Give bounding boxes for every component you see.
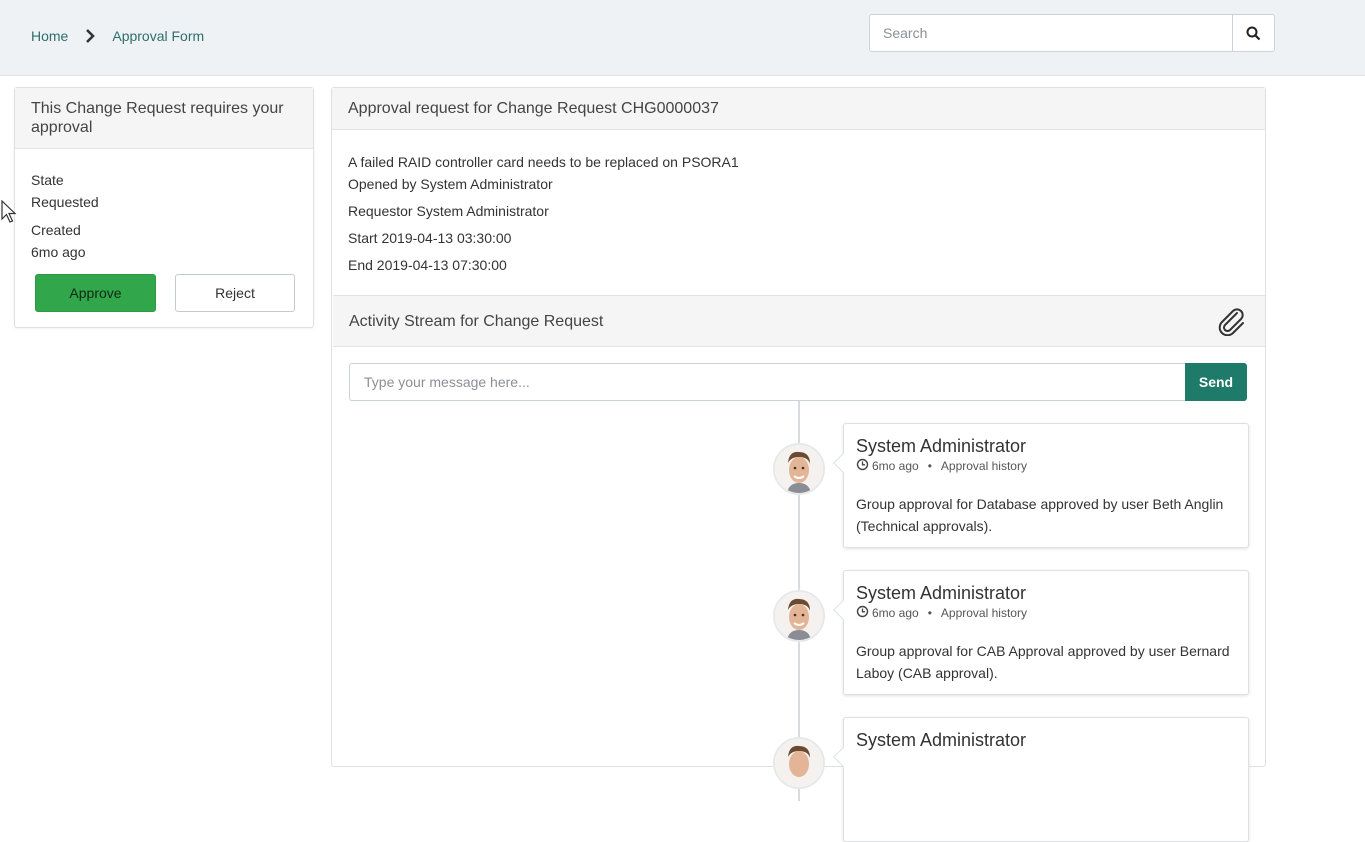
created-label: Created bbox=[31, 222, 81, 238]
approval-request-panel: Approval request for Change Request CHG0… bbox=[331, 87, 1266, 842]
clock-icon bbox=[856, 605, 872, 621]
search-icon bbox=[1246, 26, 1261, 40]
clock-icon bbox=[856, 458, 872, 474]
short-description: A failed RAID controller card needs to b… bbox=[348, 154, 739, 170]
breadcrumb-approval-form-link[interactable]: Approval Form bbox=[112, 28, 204, 44]
entry-time: 6mo ago bbox=[872, 459, 919, 473]
avatar bbox=[773, 443, 825, 495]
entry-author: System Administrator bbox=[856, 583, 1027, 603]
opened-by: Opened by System Administrator bbox=[348, 176, 553, 192]
chevron-right-icon bbox=[68, 27, 112, 45]
approval-request-title: Approval request for Change Request CHG0… bbox=[332, 88, 1265, 130]
activity-stream-title: Activity Stream for Change Request bbox=[349, 313, 604, 330]
breadcrumb: Home Approval Form bbox=[31, 27, 204, 45]
state-label: State bbox=[31, 172, 64, 188]
request-details: A failed RAID controller card needs to b… bbox=[332, 130, 1265, 276]
approval-panel: This Change Request requires your approv… bbox=[14, 87, 314, 328]
entry-time: 6mo ago bbox=[872, 606, 919, 620]
entry-author: System Administrator bbox=[856, 730, 1027, 750]
entry-source: Approval history bbox=[940, 459, 1027, 473]
search-button[interactable] bbox=[1232, 15, 1274, 51]
entry-text: Group approval for CAB Approval approved… bbox=[856, 643, 1230, 681]
avatar bbox=[773, 737, 825, 789]
avatar bbox=[773, 590, 825, 642]
message-composer: Send bbox=[349, 363, 1247, 401]
created-value: 6mo ago bbox=[31, 244, 86, 260]
start-time: Start 2019-04-13 03:30:00 bbox=[348, 230, 512, 246]
activity-card: System Administrator 6mo ago • Approval … bbox=[833, 423, 1249, 548]
mouse-cursor-icon bbox=[1, 200, 17, 223]
approval-panel-title: This Change Request requires your approv… bbox=[15, 88, 313, 149]
search-input[interactable] bbox=[870, 15, 1233, 51]
entry-text: Group approval for Database approved by … bbox=[856, 496, 1224, 534]
send-button[interactable]: Send bbox=[1185, 363, 1247, 401]
search-box bbox=[869, 14, 1275, 52]
activity-stream: Activity Stream for Change Request Send bbox=[333, 295, 1265, 842]
approve-button[interactable]: Approve bbox=[35, 274, 156, 312]
activity-card: System Administrator 6mo ago • Approval … bbox=[833, 570, 1249, 695]
paperclip-icon[interactable] bbox=[1217, 308, 1247, 341]
requestor: Requestor System Administrator bbox=[348, 203, 549, 219]
reject-button[interactable]: Reject bbox=[175, 274, 295, 312]
breadcrumb-home-link[interactable]: Home bbox=[31, 28, 68, 44]
entry-source: Approval history bbox=[940, 606, 1027, 620]
top-bar: Home Approval Form bbox=[0, 0, 1365, 76]
message-input[interactable] bbox=[349, 363, 1186, 401]
activity-card: System Administrator bbox=[833, 717, 1249, 842]
entry-author: System Administrator bbox=[856, 436, 1027, 456]
end-time: End 2019-04-13 07:30:00 bbox=[348, 257, 507, 273]
state-value: Requested bbox=[31, 194, 99, 210]
